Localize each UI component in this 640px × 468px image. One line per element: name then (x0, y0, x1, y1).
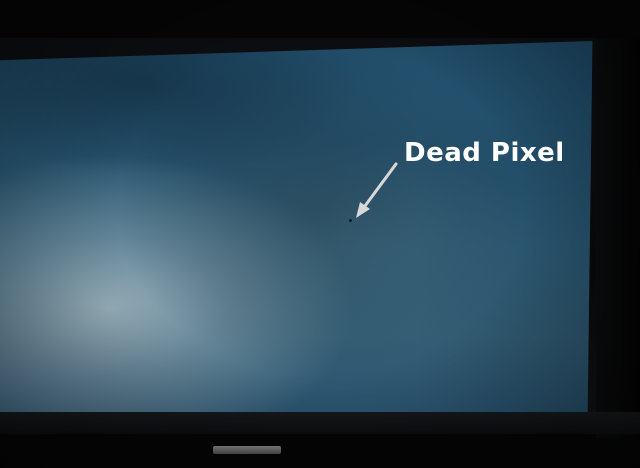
bezel-badge (213, 446, 281, 454)
monitor-photo: Dead Pixel (0, 0, 640, 468)
bezel-right-edge (596, 38, 640, 438)
annotation-label: Dead Pixel (404, 138, 565, 168)
annotation-arrow-icon (356, 162, 398, 218)
lcd-screen (0, 41, 593, 412)
monitor-bezel-bottom (0, 412, 640, 434)
